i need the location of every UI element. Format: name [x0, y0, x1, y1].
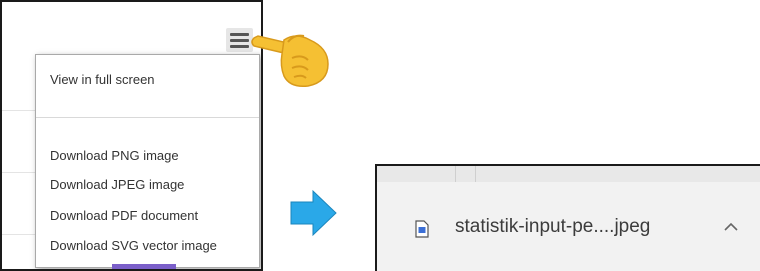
arrow-right-icon: [290, 189, 337, 237]
menu-item-view-full-screen[interactable]: View in full screen: [50, 72, 155, 87]
chevron-up-icon[interactable]: [722, 220, 740, 234]
download-bar-top-strip: [377, 166, 760, 182]
chart-gridline: [2, 234, 37, 235]
chart-gridline: [2, 172, 37, 173]
pointing-hand-icon: [251, 34, 329, 88]
download-file-name[interactable]: statistik-input-pe....jpeg: [455, 216, 650, 238]
menu-item-download-pdf[interactable]: Download PDF document: [50, 208, 198, 223]
chart-bar-fragment: [112, 264, 176, 269]
export-context-menu: View in full screen Download PNG image D…: [35, 54, 260, 268]
image-file-icon: [415, 220, 429, 238]
menu-separator: [36, 117, 259, 118]
chart-panel: View in full screen Download PNG image D…: [0, 0, 263, 271]
menu-item-download-svg[interactable]: Download SVG vector image: [50, 238, 217, 253]
menu-item-download-png[interactable]: Download PNG image: [50, 148, 179, 163]
chart-gridline: [2, 110, 37, 111]
download-item[interactable]: statistik-input-pe....jpeg: [377, 182, 760, 271]
download-bar: statistik-input-pe....jpeg: [375, 164, 760, 271]
menu-item-download-jpeg[interactable]: Download JPEG image: [50, 177, 184, 192]
